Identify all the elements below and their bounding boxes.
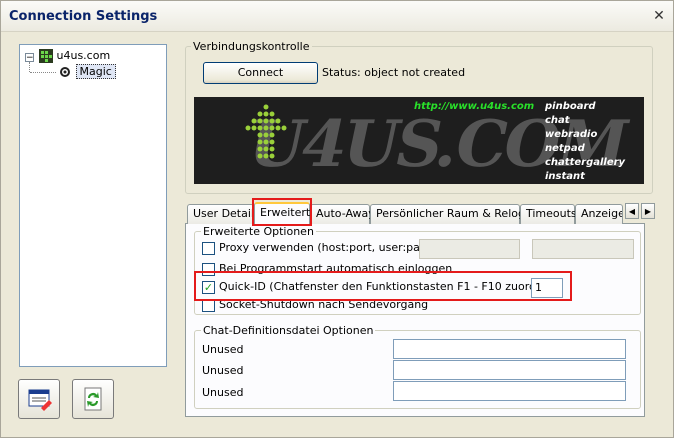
banner-url: http://www.u4us.com (414, 101, 535, 112)
tab-auto-away[interactable]: Auto-Away (310, 204, 375, 224)
tab-erweitert[interactable]: Erweitert (254, 202, 310, 225)
proxy-auth-input[interactable] (532, 239, 634, 259)
refresh-icon (84, 387, 102, 411)
connection-status: Status: object not created (322, 66, 466, 79)
u4us-banner[interactable]: U4US.COM http://www.u4us.com pinboard ch… (194, 97, 644, 184)
quickid-checkbox[interactable]: ✓ (202, 281, 215, 294)
banner-menu-item: webradio (545, 129, 598, 140)
tab-anzeige[interactable]: Anzeige (575, 204, 623, 224)
connection-tree[interactable]: − u4us.com Magic (19, 44, 167, 367)
tab-scroll-right-icon[interactable]: ▶ (641, 203, 655, 219)
chat-def-input[interactable] (393, 381, 626, 401)
tree-connector-h (30, 72, 56, 74)
connection-settings-window: Connection Settings ✕ − u4us.com Magic V… (0, 0, 674, 438)
tree-node-root[interactable]: u4us.com (39, 48, 110, 64)
user-icon (58, 65, 72, 79)
verbindung-group-label: Verbindungskontrolle (191, 40, 312, 53)
socket-shutdown-checkbox[interactable] (202, 299, 215, 312)
tab-strip: User Details Erweitert Auto-Away Persönl… (185, 202, 645, 225)
tab-timeouts[interactable]: Timeouts (520, 204, 577, 224)
tab-scroll-left-icon[interactable]: ◀ (625, 203, 639, 219)
chat-def-input[interactable] (393, 360, 626, 380)
chat-def-group-label: Chat-Definitionsdatei Optionen (201, 324, 376, 337)
tab-user-details[interactable]: User Details (187, 204, 260, 224)
chat-def-input[interactable] (393, 339, 626, 359)
window-edit-icon (28, 389, 52, 411)
chat-def-label: Unused (202, 386, 244, 399)
chat-def-label: Unused (202, 343, 244, 356)
socket-shutdown-label: Socket-Shutdown nach Sendevorgang (219, 298, 429, 311)
quickid-input[interactable]: 1 (531, 278, 563, 298)
arrow-graphic (245, 104, 287, 159)
banner-menu-item: netpad (545, 143, 585, 154)
quickid-label: Quick-ID (Chatfenster den Funktionstaste… (219, 280, 562, 293)
connect-button[interactable]: Connect (203, 62, 318, 84)
close-icon[interactable]: ✕ (651, 9, 667, 25)
tree-node-magic[interactable]: Magic (58, 64, 116, 80)
banner-menu-item: chattergallery (545, 157, 626, 168)
tree-connector-v (29, 62, 31, 72)
server-icon (39, 49, 53, 63)
banner-menu: pinboard chat webradio netpad chattergal… (545, 100, 644, 184)
tab-persoenlicher-raum[interactable]: Persönlicher Raum & Relogin (370, 204, 535, 224)
window-title: Connection Settings (9, 9, 158, 24)
collapse-icon[interactable]: − (25, 53, 34, 63)
title-bar: Connection Settings ✕ (1, 1, 673, 32)
proxy-label: Proxy verwenden (host:port, user:pass) (219, 241, 436, 254)
tree-root-label: u4us.com (56, 49, 111, 62)
banner-menu-item: chat (545, 115, 570, 126)
proxy-host-input[interactable] (419, 239, 520, 259)
refresh-button[interactable] (72, 379, 114, 419)
tree-child-label: Magic (75, 64, 116, 79)
banner-menu-item: instant messaging (545, 171, 585, 182)
banner-menu-item: pinboard (545, 101, 596, 112)
autologin-checkbox[interactable] (202, 263, 215, 276)
proxy-checkbox[interactable] (202, 242, 215, 255)
erweitert-group-label: Erweiterte Optionen (201, 225, 316, 238)
autologin-label: Bei Programmstart automatisch einloggen (219, 262, 453, 275)
chat-def-label: Unused (202, 364, 244, 377)
edit-definition-button[interactable] (18, 379, 60, 419)
